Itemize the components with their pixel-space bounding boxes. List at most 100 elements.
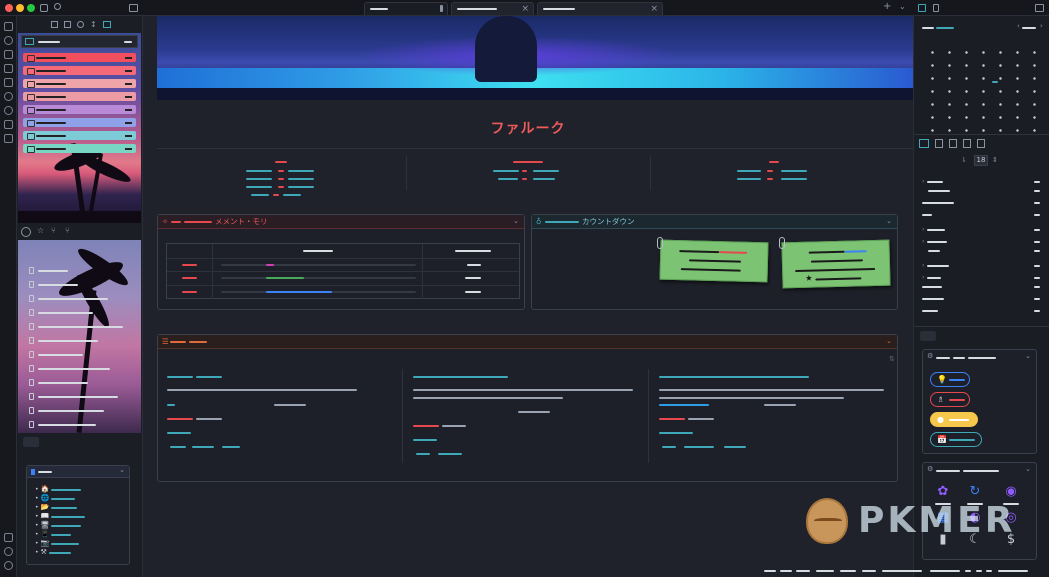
sort-icon[interactable] xyxy=(77,21,84,28)
chevron-down-icon[interactable]: ⌄ xyxy=(886,337,892,345)
folder-tab-icon[interactable] xyxy=(40,4,48,12)
close-window-button[interactable] xyxy=(5,4,13,12)
folder-item[interactable] xyxy=(23,131,136,140)
file-item[interactable] xyxy=(29,351,129,359)
graph-tab-icon[interactable] xyxy=(977,139,985,148)
outline-item[interactable] xyxy=(922,190,1040,192)
tab-1[interactable] xyxy=(364,2,448,15)
chevron-down-icon[interactable]: ⌄ xyxy=(899,2,906,11)
recent-icon[interactable] xyxy=(21,227,31,237)
sidebar-toggle-icon[interactable] xyxy=(129,4,138,12)
link-pill[interactable]: ● xyxy=(930,412,978,427)
bookmark-item[interactable]: • ⚒ xyxy=(35,548,85,557)
clipboard-icon[interactable] xyxy=(4,134,13,143)
sticky-note[interactable] xyxy=(659,239,769,283)
file-icon[interactable] xyxy=(933,4,939,12)
new-tab-icon[interactable]: + xyxy=(883,1,891,12)
chevron-down-icon[interactable]: ⌄ xyxy=(119,466,125,474)
outline-item[interactable]: › xyxy=(922,262,1040,269)
bookmark-item[interactable]: • 📱 xyxy=(35,530,85,539)
search-icon[interactable] xyxy=(4,106,13,115)
bookmark-item[interactable]: • 📖 xyxy=(35,512,86,521)
file-item[interactable] xyxy=(29,393,129,401)
file-item[interactable] xyxy=(29,267,129,275)
folder-item[interactable] xyxy=(23,144,136,153)
home-icon[interactable] xyxy=(4,22,13,31)
next-month-icon[interactable]: › xyxy=(1040,22,1043,30)
file-item[interactable] xyxy=(29,407,129,415)
bookmark-item[interactable]: • 📷 xyxy=(35,539,85,548)
graph-icon[interactable] xyxy=(4,36,13,45)
file-item[interactable] xyxy=(29,365,129,373)
collapse-icon[interactable]: ↕ xyxy=(90,20,97,29)
outline-item[interactable]: › xyxy=(922,226,1040,233)
view-toggle-icon[interactable] xyxy=(103,21,111,28)
calendar-picker[interactable]: 18 xyxy=(974,155,988,166)
template-icon[interactable] xyxy=(4,78,13,87)
close-tab-icon[interactable]: × xyxy=(650,3,658,15)
search-icon[interactable] xyxy=(54,3,61,10)
branch-icon[interactable]: ⑂ xyxy=(51,226,56,235)
outline-item[interactable] xyxy=(922,202,1040,204)
folder-item[interactable] xyxy=(23,105,136,114)
prev-month-icon[interactable]: ‹ xyxy=(1017,22,1020,30)
refresh-icon[interactable]: ⇅ xyxy=(889,355,895,363)
file-item[interactable] xyxy=(29,379,129,387)
chevron-down-icon[interactable]: ⌄ xyxy=(1025,352,1031,360)
calendar-icon[interactable] xyxy=(4,64,13,73)
pane-toggle-button[interactable] xyxy=(23,437,39,447)
edit-icon[interactable] xyxy=(4,50,13,59)
countdown-header[interactable]: ♁ カウントダウン ⌄ xyxy=(532,215,897,229)
right-sidebar-toggle-icon[interactable] xyxy=(1035,4,1044,12)
tags-tab-icon[interactable] xyxy=(949,139,957,148)
vault-icon[interactable] xyxy=(4,533,13,542)
outline-item[interactable]: › xyxy=(922,274,1040,281)
close-tab-icon[interactable]: × xyxy=(521,3,529,15)
sort-icon[interactable]: ⇂ xyxy=(961,156,967,164)
calendar-icon[interactable] xyxy=(918,4,926,12)
bookmark-item[interactable]: • 🌐 xyxy=(35,494,85,503)
maximize-window-button[interactable] xyxy=(27,4,35,12)
outline-item[interactable]: › xyxy=(922,238,1040,245)
backlinks-tab-icon[interactable] xyxy=(935,139,943,148)
tasks-header[interactable]: ☰ ⌄ xyxy=(158,335,897,349)
outline-item[interactable] xyxy=(922,310,1040,312)
outline-item[interactable] xyxy=(922,250,1040,252)
folder-item[interactable] xyxy=(23,66,136,75)
settings-icon[interactable] xyxy=(4,561,13,570)
file-item[interactable] xyxy=(29,337,129,345)
file-item[interactable] xyxy=(29,421,129,429)
outline-item[interactable]: › xyxy=(922,178,1040,185)
database-icon[interactable] xyxy=(4,120,13,129)
sticky-note[interactable]: ★ xyxy=(781,239,891,289)
globe-icon[interactable] xyxy=(4,92,13,101)
outline-item[interactable] xyxy=(922,286,1040,288)
folder-item[interactable] xyxy=(23,118,136,127)
bookmark-item[interactable]: • 🖥 xyxy=(35,521,85,530)
folder-item[interactable] xyxy=(23,53,136,62)
file-item[interactable] xyxy=(29,323,129,331)
bookmarks-header[interactable]: ⌄ xyxy=(27,466,129,478)
folder-item[interactable] xyxy=(23,92,136,101)
memento-mori-header[interactable]: ✧ メメント・モリ ⌄ xyxy=(158,215,524,229)
outline-item[interactable] xyxy=(922,298,1040,300)
outline-item[interactable] xyxy=(922,214,1040,216)
file-item[interactable] xyxy=(29,309,129,317)
bookmark-item[interactable]: • 📂 xyxy=(35,503,85,512)
tab-2[interactable]: × xyxy=(451,2,534,15)
link-pill[interactable]: ♗ xyxy=(930,392,970,407)
tag-icon[interactable]: ⑂ xyxy=(65,226,70,235)
chevron-down-icon[interactable]: ⌄ xyxy=(513,217,519,225)
file-item[interactable] xyxy=(29,281,129,289)
calendar-grid[interactable] xyxy=(920,42,1044,132)
chevron-down-icon[interactable]: ⌄ xyxy=(1025,465,1031,473)
link-pill[interactable]: 💡 xyxy=(930,372,970,387)
new-folder-icon[interactable] xyxy=(64,21,71,28)
outline-tab-icon[interactable] xyxy=(919,139,929,148)
links-tab-icon[interactable] xyxy=(963,139,971,148)
tab-3[interactable]: × xyxy=(537,2,663,15)
bookmark-item[interactable]: • 🏠 xyxy=(35,485,85,494)
pin-icon[interactable] xyxy=(440,5,443,12)
stepper-icon[interactable]: ⇕ xyxy=(992,156,998,164)
file-item[interactable] xyxy=(29,295,129,303)
